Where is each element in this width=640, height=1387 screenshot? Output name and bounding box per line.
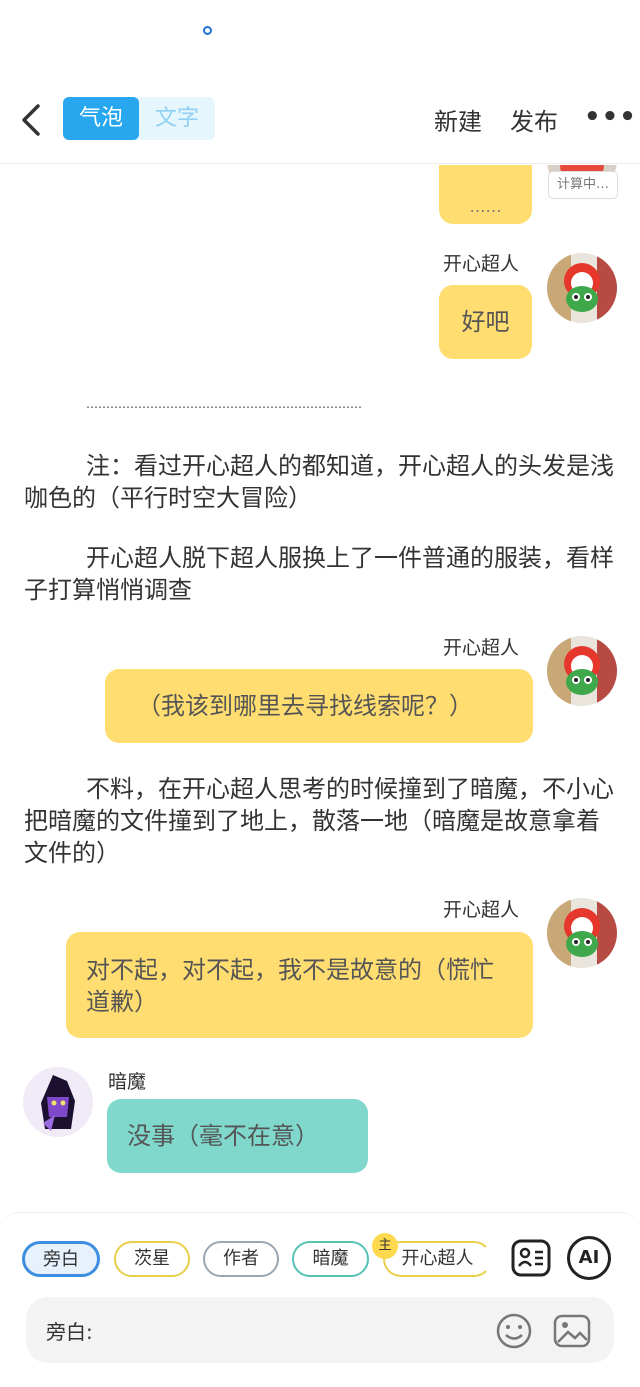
tab-text-mode[interactable]: 文字 [139, 97, 215, 140]
new-button[interactable]: 新建 [434, 102, 482, 137]
chat-bubble[interactable]: 对不起，对不起，我不是故意的（慌忙道歉） [66, 932, 533, 1038]
status-indicator [203, 26, 212, 35]
ai-button[interactable]: AI [567, 1236, 611, 1280]
speaker-name: 开心超人 [443, 637, 520, 659]
chat-bubble[interactable]: （我该到哪里去寻找线索呢？） [105, 669, 533, 743]
more-icon[interactable]: ••• [584, 102, 637, 132]
tab-bubble-mode[interactable]: 气泡 [63, 97, 139, 140]
chat-bubble[interactable]: 好吧 [439, 285, 532, 359]
narration-text: 注：看过开心超人的都知道，开心超人的头发是浅咖色的（平行时空大冒险） [24, 452, 614, 512]
role-card-icon[interactable] [509, 1236, 553, 1280]
separator-line: …………………………………………………………… [86, 397, 362, 411]
role-chip-kaixin[interactable]: 开心超人 [383, 1241, 492, 1277]
back-icon[interactable] [18, 100, 48, 140]
speaker-name: 开心超人 [443, 899, 520, 921]
avatar-anmo[interactable] [23, 1067, 93, 1137]
message-input[interactable]: 旁白: [26, 1297, 614, 1363]
chat-area[interactable]: …… 计算中… 开心超人 好吧 …………………………………………………………… … [0, 165, 640, 1210]
role-chip-cixing[interactable]: 茨星 [114, 1241, 190, 1277]
avatar-kaixin[interactable] [547, 253, 617, 323]
input-role-label: 旁白: [46, 1320, 93, 1344]
emoji-icon[interactable] [494, 1311, 534, 1351]
composer-panel: 旁白 茨星 作者 暗魔 开心超人 主 AI 旁白: [0, 1212, 640, 1387]
publish-button[interactable]: 发布 [510, 102, 558, 137]
speaker-name: 暗魔 [108, 1071, 147, 1093]
role-chip-narrator[interactable]: 旁白 [22, 1241, 100, 1277]
calculating-badge: 计算中… [548, 171, 618, 199]
chat-bubble-partial[interactable]: …… [439, 165, 532, 224]
top-bar: 气泡 文字 新建 发布 ••• [0, 80, 640, 164]
role-chip-anmo[interactable]: 暗魔 [292, 1241, 369, 1277]
narration-text: 开心超人脱下超人服换上了一件普通的服装，看样子打算悄悄调查 [24, 544, 614, 604]
image-icon[interactable] [552, 1311, 592, 1351]
avatar-kaixin[interactable] [547, 636, 617, 706]
role-chip-author[interactable]: 作者 [203, 1241, 279, 1277]
mode-switch: 气泡 文字 [63, 97, 215, 140]
avatar-kaixin[interactable] [547, 898, 617, 968]
speaker-name: 开心超人 [443, 253, 520, 275]
narration-text: 不料，在开心超人思考的时候撞到了暗魔，不小心把暗魔的文件撞到了地上，散落一地（暗… [24, 775, 614, 867]
chat-bubble[interactable]: 没事（毫不在意） [107, 1099, 368, 1173]
master-badge: 主 [372, 1233, 398, 1259]
